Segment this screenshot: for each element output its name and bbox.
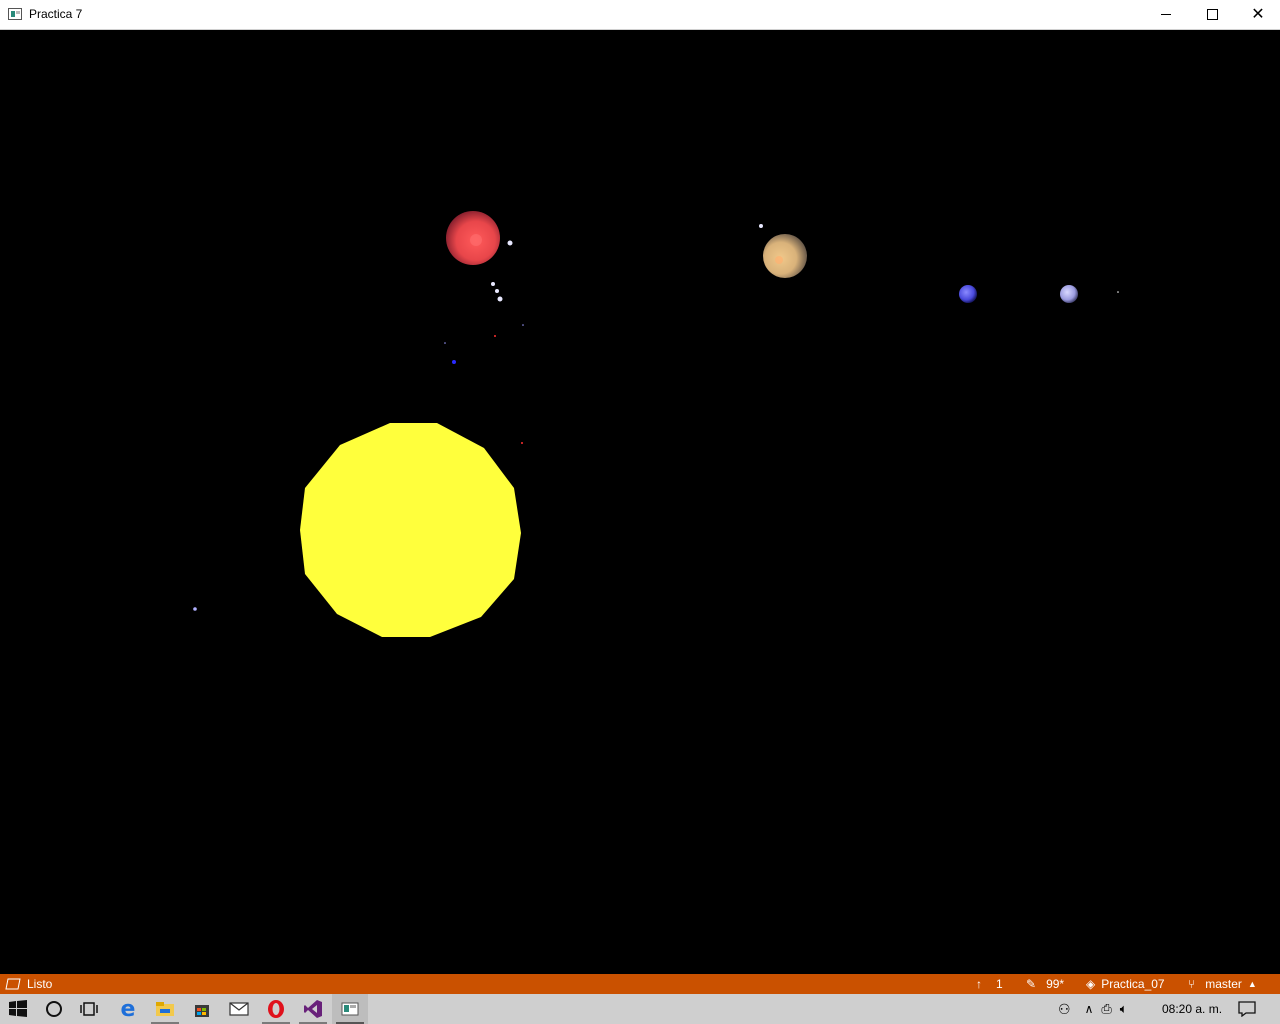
moon [495, 289, 499, 293]
git-repo-icon: ◈ [1086, 977, 1096, 991]
maximize-button[interactable] [1189, 0, 1235, 29]
status-ready: Listo [5, 977, 52, 991]
pending-changes[interactable]: ✎ 99* [1026, 977, 1064, 991]
maximize-icon [1206, 9, 1218, 20]
window-title-bar[interactable]: Practica 7 ✕ [0, 0, 1280, 30]
repository-selector[interactable]: ◈ Practica_07 [1086, 977, 1165, 991]
task-view-icon [80, 1002, 98, 1016]
folder-icon [156, 1002, 174, 1016]
particle [452, 360, 456, 364]
particle [193, 607, 197, 611]
store-bag-icon [195, 1005, 209, 1017]
taskbar-visual-studio[interactable] [295, 994, 331, 1024]
volume-icon[interactable]: 🔈︎ [1120, 1001, 1128, 1017]
solar-system-scene [193, 211, 1119, 637]
taskbar: e ⚇ ∧ ⎙ 🔈︎ 08:20 a. m. [0, 994, 1280, 1024]
git-branch-icon: ⑂ [1188, 977, 1196, 991]
particle [522, 324, 524, 326]
tan-planet [763, 234, 807, 278]
opengl-viewport[interactable] [0, 30, 1280, 974]
taskbar-practica-7[interactable] [332, 994, 368, 1024]
pending-pushes[interactable]: ↑ 1 [976, 977, 1003, 991]
taskbar-mail[interactable] [221, 994, 257, 1024]
network-icon[interactable]: ⎙ [1101, 1001, 1111, 1017]
particle [1117, 291, 1119, 293]
notification-icon [1238, 1001, 1256, 1017]
status-icon [5, 978, 21, 990]
cortana-circle-icon [46, 1001, 62, 1017]
branch-selector[interactable]: ⑂ master ▲ [1188, 977, 1257, 991]
close-icon: ✕ [1251, 5, 1265, 23]
repository-name: Practica_07 [1101, 977, 1165, 991]
moon [497, 296, 503, 302]
windows-logo-icon [9, 1000, 27, 1017]
particle [521, 442, 523, 444]
opera-icon [268, 1000, 284, 1018]
app-window-icon[interactable] [8, 8, 22, 20]
cortana-button[interactable] [36, 994, 72, 1024]
chevron-up-icon[interactable]: ∧ [1085, 1002, 1094, 1016]
lavender-planet [1060, 285, 1078, 303]
mail-envelope-icon [229, 1002, 249, 1016]
taskbar-edge[interactable]: e [110, 994, 146, 1024]
sun [300, 423, 521, 637]
red-planet-highlight [470, 234, 482, 246]
moon [507, 240, 513, 246]
particle [494, 335, 496, 337]
status-text: Listo [27, 977, 53, 991]
system-tray: ⚇ ∧ ⎙ 🔈︎ [1058, 994, 1158, 1024]
arrow-up-icon: ↑ [976, 977, 982, 991]
taskbar-file-explorer[interactable] [147, 994, 183, 1024]
close-button[interactable]: ✕ [1235, 0, 1280, 29]
window-title: Practica 7 [29, 7, 83, 21]
taskbar-store[interactable] [184, 994, 220, 1024]
people-icon[interactable]: ⚇ [1058, 1001, 1071, 1018]
pencil-icon: ✎ [1026, 977, 1037, 991]
pending-changes-count: 99* [1046, 977, 1065, 991]
moon [759, 224, 763, 228]
minimize-button[interactable] [1143, 0, 1189, 29]
branch-name: master [1205, 977, 1242, 991]
taskbar-clock[interactable]: 08:20 a. m. [1162, 1002, 1222, 1016]
caret-up-icon: ▲ [1247, 979, 1257, 989]
app-window-icon [341, 1002, 359, 1016]
moon [491, 282, 495, 286]
particle [444, 342, 446, 344]
tan-planet-highlight [775, 256, 783, 264]
minimize-icon [1161, 14, 1171, 15]
start-button[interactable] [0, 994, 36, 1024]
task-view-button[interactable] [72, 994, 108, 1024]
blue-planet [959, 285, 977, 303]
visual-studio-icon [304, 1000, 322, 1018]
action-center-button[interactable] [1232, 994, 1262, 1024]
pending-pushes-count: 1 [996, 977, 1003, 991]
edge-icon: e [120, 996, 136, 1022]
status-bar: Listo ↑ 1 ✎ 99* ◈ Practica_07 ⑂ master ▲ [0, 974, 1280, 994]
taskbar-opera[interactable] [258, 994, 294, 1024]
